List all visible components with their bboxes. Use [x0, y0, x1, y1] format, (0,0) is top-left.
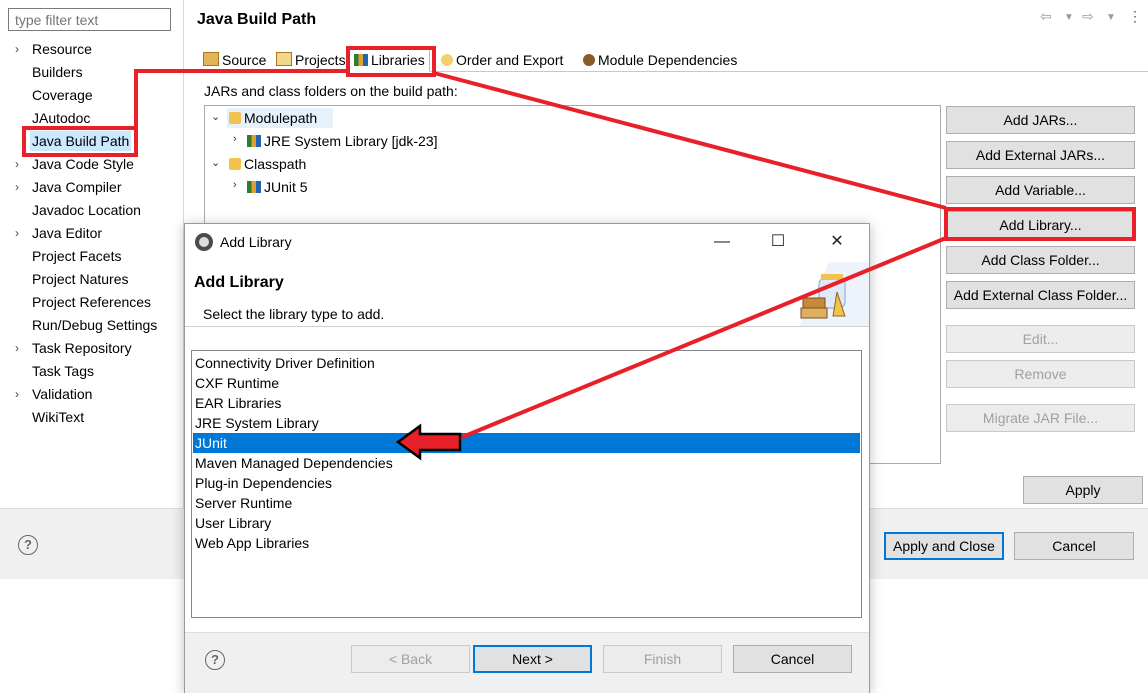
dialog-heading: Add Library	[194, 274, 284, 291]
add-external-jars-button[interactable]: Add External JARs...	[946, 141, 1135, 169]
library-type-item[interactable]: Plug-in Dependencies	[193, 473, 860, 493]
eclipse-app-icon	[195, 233, 213, 251]
sidebar-item-jautodoc[interactable]: JAutodoc	[32, 108, 90, 128]
collapse-chevron-icon[interactable]: ⌄	[211, 110, 220, 123]
expand-chevron-icon[interactable]: ›	[15, 177, 25, 197]
expand-chevron-icon[interactable]: ›	[15, 338, 25, 358]
library-type-list: Connectivity Driver Definition CXF Runtim…	[191, 350, 862, 618]
dialog-titlebar: Add Library — ☐ ✕	[185, 224, 869, 260]
path-entry-icon	[229, 112, 241, 124]
sidebar-item-wikitext[interactable]: WikiText	[32, 407, 84, 427]
tree-node-jre-system-library[interactable]: JRE System Library [jdk-23]	[247, 131, 438, 151]
help-icon[interactable]: ?	[205, 650, 225, 670]
sidebar-item-javadoc-location[interactable]: Javadoc Location	[32, 200, 141, 220]
projects-icon	[276, 52, 292, 66]
sidebar-item-java-compiler[interactable]: Java Compiler	[32, 177, 121, 197]
expand-chevron-icon[interactable]: ›	[15, 154, 25, 174]
add-class-folder-button[interactable]: Add Class Folder...	[946, 246, 1135, 274]
sidebar-item-coverage[interactable]: Coverage	[32, 85, 93, 105]
dialog-footer: ? < Back Next > Finish Cancel	[185, 632, 869, 693]
cancel-button[interactable]: Cancel	[733, 645, 852, 673]
sidebar-item-java-editor[interactable]: Java Editor	[32, 223, 102, 243]
sidebar-item-project-references[interactable]: Project References	[32, 292, 151, 312]
minimize-icon[interactable]: —	[708, 231, 736, 253]
cancel-button[interactable]: Cancel	[1014, 532, 1134, 560]
tab-source[interactable]: Source	[199, 48, 270, 70]
apply-and-close-button[interactable]: Apply and Close	[884, 532, 1004, 560]
source-folder-icon	[203, 52, 219, 66]
back-menu-chevron-icon[interactable]: ▼	[1064, 12, 1074, 23]
library-type-item[interactable]: User Library	[193, 513, 860, 533]
library-type-item[interactable]: Maven Managed Dependencies	[193, 453, 860, 473]
add-variable-button[interactable]: Add Variable...	[946, 176, 1135, 204]
build-path-description: JARs and class folders on the build path…	[204, 83, 458, 99]
sidebar-item-resource[interactable]: Resource	[32, 39, 92, 59]
sidebar-item-validation[interactable]: Validation	[32, 384, 92, 404]
library-type-item[interactable]: EAR Libraries	[193, 393, 860, 413]
sidebar-item-project-natures[interactable]: Project Natures	[32, 269, 128, 289]
forward-arrow-icon[interactable]: ⇨	[1082, 8, 1094, 25]
tree-node-modulepath[interactable]: Modulepath	[227, 108, 333, 128]
path-entry-icon	[229, 158, 241, 170]
back-arrow-icon[interactable]: ⇦	[1040, 8, 1052, 25]
properties-sidebar: › Resource Builders Coverage JAutodoc Java Bu…	[0, 0, 184, 508]
forward-menu-chevron-icon[interactable]: ▼	[1106, 12, 1116, 23]
tree-node-junit-5[interactable]: JUnit 5	[247, 177, 308, 197]
sidebar-item-project-facets[interactable]: Project Facets	[32, 246, 121, 266]
collapse-chevron-icon[interactable]: ⌄	[211, 156, 220, 169]
library-type-item[interactable]: Connectivity Driver Definition	[193, 353, 860, 373]
module-icon	[583, 54, 595, 66]
back-button[interactable]: < Back	[351, 645, 470, 673]
maximize-icon[interactable]: ☐	[764, 231, 792, 253]
help-icon[interactable]: ?	[18, 535, 38, 555]
build-path-tabs: Source Projects Libraries Order and Expo…	[185, 47, 1148, 72]
expand-chevron-icon[interactable]: ›	[15, 223, 25, 243]
library-icon	[247, 181, 261, 193]
sidebar-item-task-repository[interactable]: Task Repository	[32, 338, 132, 358]
tab-libraries[interactable]: Libraries	[349, 47, 430, 72]
remove-button[interactable]: Remove	[946, 360, 1135, 388]
tab-module-dependencies[interactable]: Module Dependencies	[579, 48, 741, 70]
library-type-item[interactable]: Web App Libraries	[193, 533, 860, 553]
sidebar-item-task-tags[interactable]: Task Tags	[32, 361, 94, 381]
filter-input[interactable]	[8, 8, 171, 31]
dialog-window-title: Add Library	[220, 234, 292, 250]
libraries-icon	[354, 54, 368, 66]
order-export-icon	[441, 54, 453, 66]
tab-projects[interactable]: Projects	[272, 48, 350, 70]
view-menu-icon[interactable]: ⋮	[1128, 8, 1142, 25]
expand-chevron-icon[interactable]: ›	[233, 133, 237, 145]
dialog-header: Add Library Select the library type to a…	[185, 260, 869, 327]
expand-chevron-icon[interactable]: ›	[15, 384, 25, 404]
library-type-item[interactable]: JRE System Library	[193, 413, 860, 433]
sidebar-item-run-debug-settings[interactable]: Run/Debug Settings	[32, 315, 157, 335]
library-icon	[247, 135, 261, 147]
library-type-item[interactable]: CXF Runtime	[193, 373, 860, 393]
sidebar-item-builders[interactable]: Builders	[32, 62, 83, 82]
add-library-button[interactable]: Add Library...	[946, 211, 1135, 239]
expand-chevron-icon[interactable]: ›	[233, 179, 237, 191]
page-title: Java Build Path	[197, 11, 317, 28]
add-library-dialog: Add Library — ☐ ✕ Add Library Select the…	[184, 223, 870, 693]
library-wizard-icon	[799, 262, 869, 326]
tree-node-classpath[interactable]: Classpath	[227, 154, 306, 174]
tab-order-and-export[interactable]: Order and Export	[437, 48, 567, 70]
close-icon[interactable]: ✕	[823, 231, 851, 253]
add-external-class-folder-button[interactable]: Add External Class Folder...	[946, 281, 1135, 309]
add-jars-button[interactable]: Add JARs...	[946, 106, 1135, 134]
sidebar-item-java-build-path[interactable]: Java Build Path	[30, 131, 132, 151]
apply-button[interactable]: Apply	[1023, 476, 1143, 504]
sidebar-item-java-code-style[interactable]: Java Code Style	[32, 154, 134, 174]
library-type-item[interactable]: JUnit	[193, 433, 860, 453]
migrate-jar-file-button[interactable]: Migrate JAR File...	[946, 404, 1135, 432]
edit-button[interactable]: Edit...	[946, 325, 1135, 353]
library-type-item[interactable]: Server Runtime	[193, 493, 860, 513]
next-button[interactable]: Next >	[473, 645, 592, 673]
dialog-subtitle: Select the library type to add.	[203, 306, 385, 322]
finish-button[interactable]: Finish	[603, 645, 722, 673]
expand-chevron-icon[interactable]: ›	[15, 39, 25, 59]
